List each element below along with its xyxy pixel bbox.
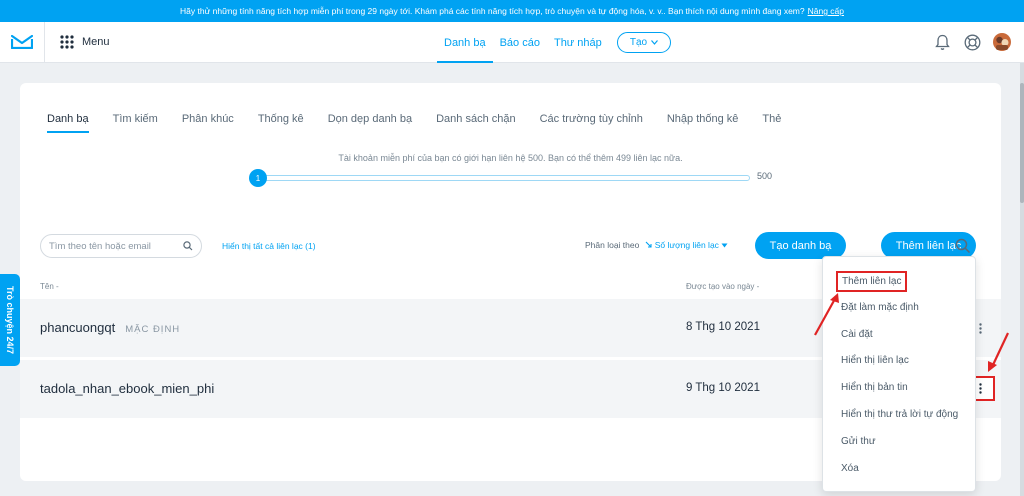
tab-contacts[interactable]: Danh bạ [47,113,89,133]
nav-reports[interactable]: Báo cáo [493,22,547,63]
kebab-icon [978,383,982,394]
column-header-created[interactable]: Được tạo vào ngày - [686,282,759,291]
search-input[interactable]: Tìm theo tên hoặc email [40,234,202,258]
subtabs: Danh bạ Tìm kiếm Phân khúc Thống kê Dọn … [47,113,781,133]
notifications-button[interactable] [932,32,952,52]
menu-item-show-autoresponders[interactable]: Hiển thị thư trả lời tự động [841,409,958,420]
chat-support-label: Trò chuyện 24/7 [5,285,15,355]
tab-segments[interactable]: Phân khúc [182,113,234,133]
sort-select[interactable]: Số lượng liên lạc [645,240,728,250]
scrollbar-thumb[interactable] [1020,83,1024,203]
tab-tags[interactable]: Thẻ [762,113,781,133]
sort-label: Phân loại theo [585,240,640,250]
column-name-label: Tên [40,282,54,291]
search-icon [183,241,193,251]
list-date: 9 Thg 10 2021 [686,382,760,394]
menu-item-show-contacts[interactable]: Hiển thị liên lạc [841,355,909,366]
tab-search[interactable]: Tìm kiếm [113,113,158,133]
sort-by: Phân loại theo Số lượng liên lạc [585,240,728,250]
menu-item-show-newsletters[interactable]: Hiển thị bản tin [841,382,908,393]
contact-limit-knob[interactable]: 1 [249,169,267,187]
sort-icon [645,241,652,248]
top-icons [932,32,1012,52]
grid-icon [60,35,74,49]
avatar [993,33,1011,51]
menu-item-set-default[interactable]: Đặt làm mặc định [841,302,919,313]
search-toggle-icon[interactable] [954,237,972,255]
top-navigation: Menu Danh bạ Báo cáo Thư nháp Tạo [0,22,1024,63]
list-date: 8 Thg 10 2021 [686,321,760,333]
menu-button[interactable]: Menu [60,22,110,62]
contact-limit-max: 500 [757,171,773,181]
promo-bar: Hãy thử những tính năng tích hợp miễn ph… [0,0,1024,22]
nav-drafts[interactable]: Thư nháp [547,22,609,63]
profile-button[interactable] [992,32,1012,52]
list-name[interactable]: tadola_nhan_ebook_mien_phi [40,381,214,396]
list-name[interactable]: phancuongqt [40,320,115,335]
column-created-label: Được tạo vào ngày [686,282,755,291]
bell-icon [934,34,950,50]
menu-item-delete[interactable]: Xóa [841,463,859,474]
search-placeholder: Tìm theo tên hoặc email [49,240,151,252]
menu-item-settings[interactable]: Cài đặt [841,329,873,340]
tab-blocklist[interactable]: Danh sách chặn [436,113,516,133]
logo[interactable] [0,22,45,62]
chevron-down-icon [651,40,659,45]
promo-text: Hãy thử những tính năng tích hợp miễn ph… [180,6,805,16]
main-nav: Danh bạ Báo cáo Thư nháp [437,22,609,63]
menu-item-add-contact[interactable]: Thêm liên lạc [836,271,908,292]
sort-value: Số lượng liên lạc [654,240,719,250]
contact-limit-text: Tài khoản miễn phí của bạn có giới hạn l… [338,153,683,163]
create-button[interactable]: Tạo [617,32,671,53]
upgrade-link[interactable]: Nâng cấp [808,6,844,16]
menu-label: Menu [82,36,110,48]
caret-down-icon [721,243,728,248]
list-name-cell: phancuongqt MẶC ĐỊNH [40,320,180,335]
create-label: Tạo [629,37,648,48]
create-list-button[interactable]: Tạo danh bạ [755,232,846,259]
mail-logo-icon [11,35,33,49]
default-badge: MẶC ĐỊNH [125,324,181,335]
show-all-contacts-link[interactable]: Hiển thị tất cả liên lạc (1) [222,241,316,251]
kebab-icon [978,322,982,334]
tab-cleanup[interactable]: Dọn dẹp danh bạ [328,113,412,133]
menu-item-send-mail[interactable]: Gửi thư [841,436,876,447]
nav-contacts[interactable]: Danh bạ [437,22,493,63]
chat-support-tab[interactable]: Trò chuyện 24/7 [0,274,20,366]
tab-statistics[interactable]: Thống kê [258,113,304,133]
list-name-cell: tadola_nhan_ebook_mien_phi [40,381,214,396]
tab-custom-fields[interactable]: Các trường tùy chỉnh [540,113,643,133]
page-scrollbar[interactable] [1020,63,1024,496]
help-button[interactable] [962,32,982,52]
lifebuoy-icon [964,34,980,50]
row-actions-menu: Thêm liên lạc Đặt làm mặc định Cài đặt H… [822,256,976,492]
contact-limit-track [256,175,750,181]
tab-import-stats[interactable]: Nhập thống kê [667,113,739,133]
column-header-name[interactable]: Tên - [40,282,59,291]
